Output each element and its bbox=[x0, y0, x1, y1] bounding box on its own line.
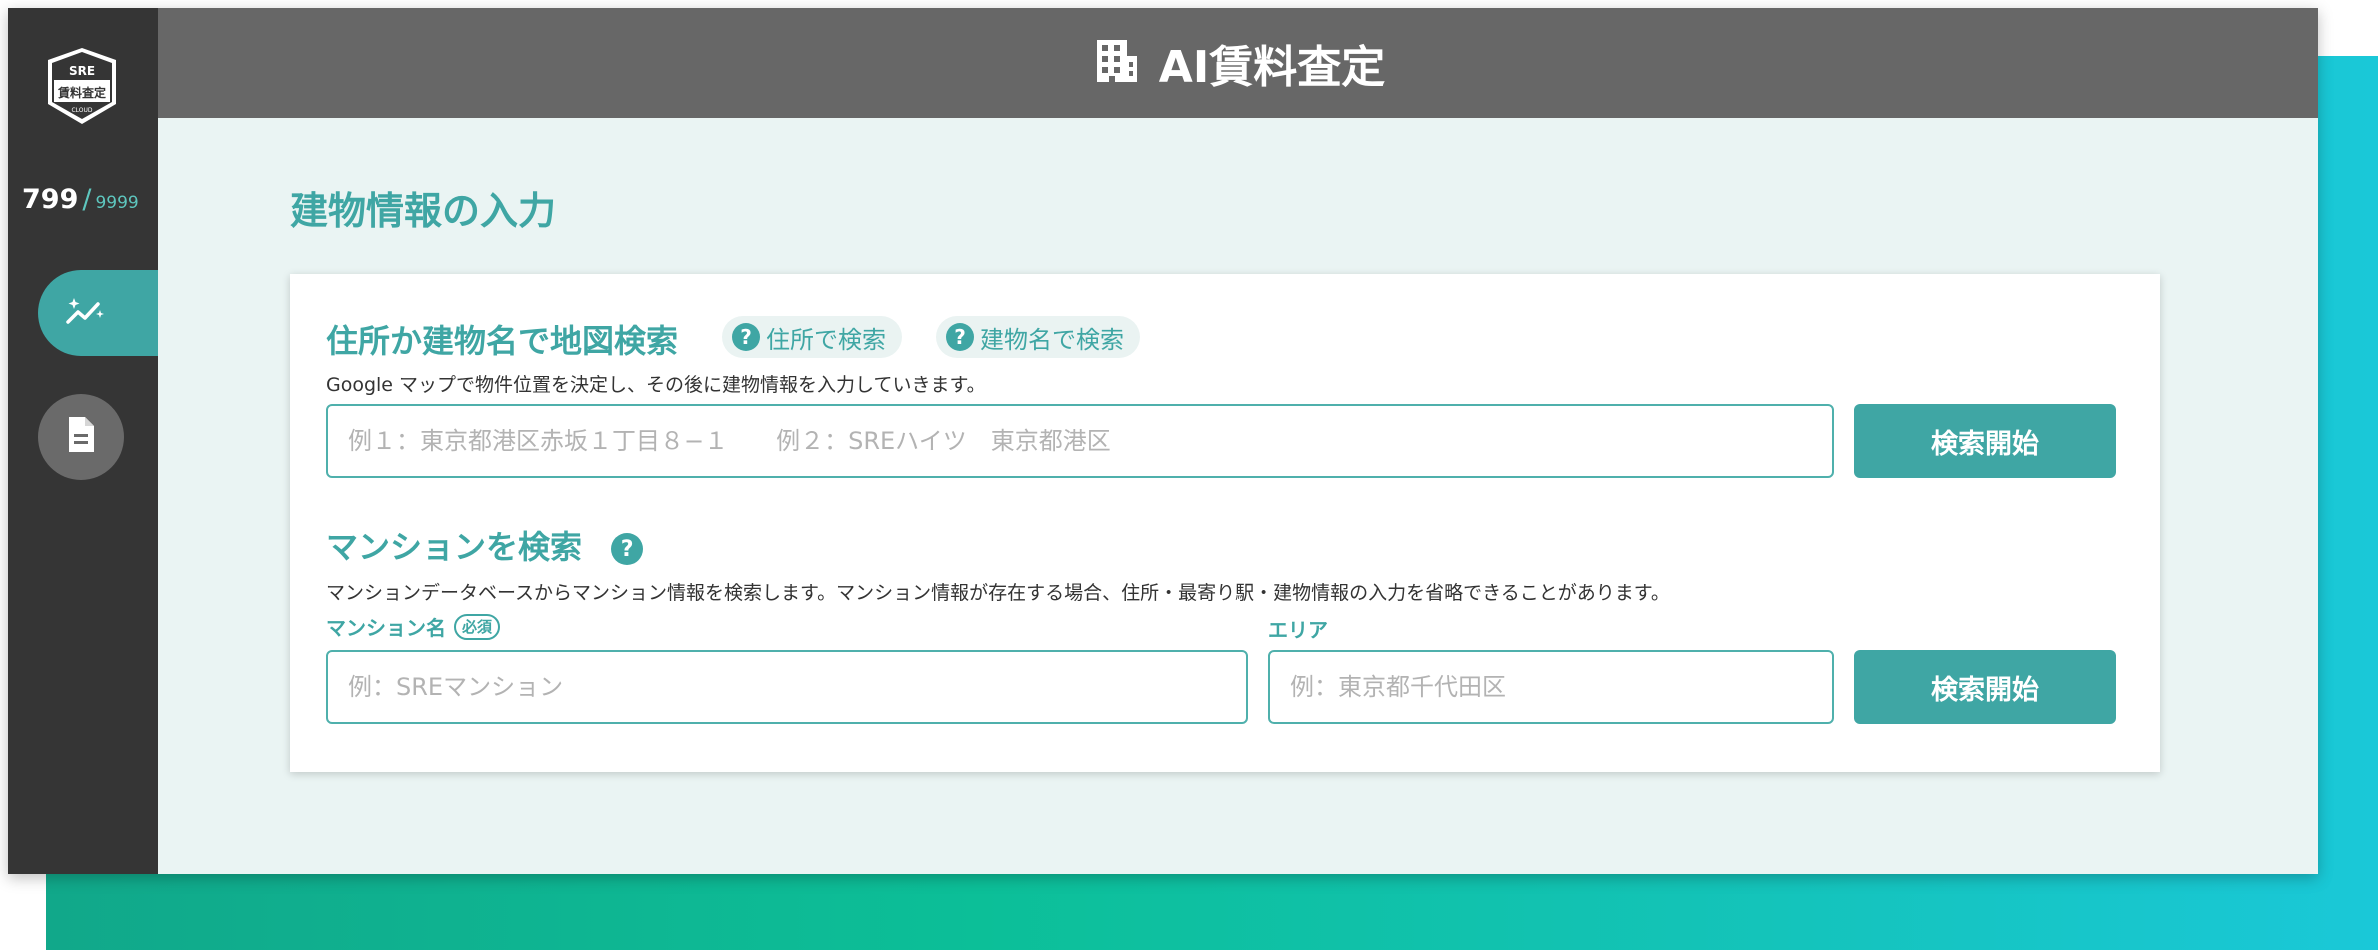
sidebar: SRE 賃料査定 CLOUD 799/9999 bbox=[8, 8, 158, 874]
app-logo[interactable]: SRE 賃料査定 CLOUD bbox=[44, 46, 120, 126]
required-badge: 必須 bbox=[454, 613, 501, 640]
sidebar-item-rent-appraisal[interactable] bbox=[38, 270, 158, 356]
help-building-label: 建物名で検索 bbox=[980, 325, 1124, 354]
building-icon bbox=[1091, 36, 1141, 90]
logo-text-main: 賃料査定 bbox=[57, 85, 106, 100]
mansion-name-label: マンション名 必須 bbox=[326, 612, 501, 641]
mansion-search-start-button[interactable]: 検索開始 bbox=[1854, 650, 2116, 724]
map-search-input[interactable] bbox=[326, 404, 1834, 478]
chart-sparkle-icon bbox=[64, 294, 106, 332]
question-circle-icon: ? bbox=[732, 323, 760, 351]
document-icon bbox=[66, 416, 96, 458]
credits-counter: 799/9999 bbox=[22, 184, 158, 215]
mansion-help-icon[interactable]: ? bbox=[611, 533, 644, 565]
credits-max: 9999 bbox=[95, 193, 139, 213]
page-title: 建物情報の入力 bbox=[290, 189, 557, 233]
mansion-name-label-text: マンション名 bbox=[326, 616, 446, 640]
map-search-heading: 住所か建物名で地図検索 bbox=[326, 322, 679, 360]
credits-used: 799 bbox=[22, 184, 79, 215]
app-window: SRE 賃料査定 CLOUD 799/9999 AI賃料査定 建物情報の入力 住… bbox=[8, 8, 2318, 874]
mansion-name-input[interactable] bbox=[326, 650, 1248, 724]
question-circle-icon: ? bbox=[946, 323, 974, 351]
mansion-search-heading: マンションを検索 ? bbox=[326, 522, 649, 568]
help-building-search-button[interactable]: ? 建物名で検索 bbox=[936, 316, 1140, 358]
logo-text-top: SRE bbox=[69, 64, 95, 78]
map-search-description: Google マップで物件位置を決定し、その後に建物情報を入力していきます。 bbox=[326, 374, 986, 396]
area-label: エリア bbox=[1268, 618, 1328, 642]
mansion-search-description: マンションデータベースからマンション情報を検索します。マンション情報が存在する場… bbox=[326, 582, 1670, 604]
map-search-start-button[interactable]: 検索開始 bbox=[1854, 404, 2116, 478]
help-address-label: 住所で検索 bbox=[766, 325, 886, 354]
area-input[interactable] bbox=[1268, 650, 1834, 724]
app-header: AI賃料査定 bbox=[158, 8, 2318, 118]
credits-separator: / bbox=[82, 184, 92, 215]
search-card: 住所か建物名で地図検索 ? 住所で検索 ? 建物名で検索 Google マップで… bbox=[290, 274, 2160, 772]
logo-text-sub: CLOUD bbox=[71, 107, 92, 114]
help-address-search-button[interactable]: ? 住所で検索 bbox=[722, 316, 902, 358]
mansion-search-heading-text: マンションを検索 bbox=[326, 528, 583, 566]
sidebar-item-documents[interactable] bbox=[38, 394, 124, 480]
app-title: AI賃料査定 bbox=[1158, 42, 1386, 93]
